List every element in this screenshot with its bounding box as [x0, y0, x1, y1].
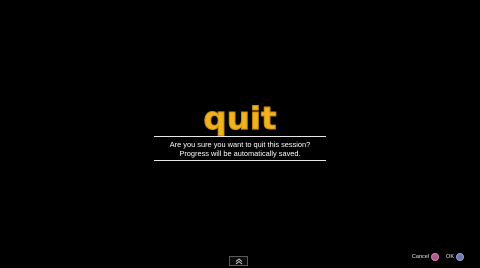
ok-prompt[interactable]: OK	[446, 253, 464, 261]
dialog-title: quit	[203, 101, 277, 137]
message-line-1: Are you sure you want to quit this sessi…	[169, 140, 311, 149]
double-chevron-up-icon	[235, 258, 243, 265]
button-prompts: Cancel OK	[408, 252, 464, 262]
scroll-up-button[interactable]	[229, 256, 248, 266]
ok-label: OK	[446, 254, 454, 260]
cancel-label: Cancel	[411, 254, 430, 260]
divider-top	[154, 136, 326, 137]
cancel-prompt[interactable]: Cancel	[411, 253, 440, 261]
dialog-message: Are you sure you want to quit this sessi…	[154, 140, 326, 158]
circle-button-icon	[431, 253, 440, 261]
cross-button-icon	[456, 253, 464, 261]
message-line-2: Progress will be automatically saved.	[179, 149, 301, 158]
divider-bottom	[154, 160, 326, 161]
